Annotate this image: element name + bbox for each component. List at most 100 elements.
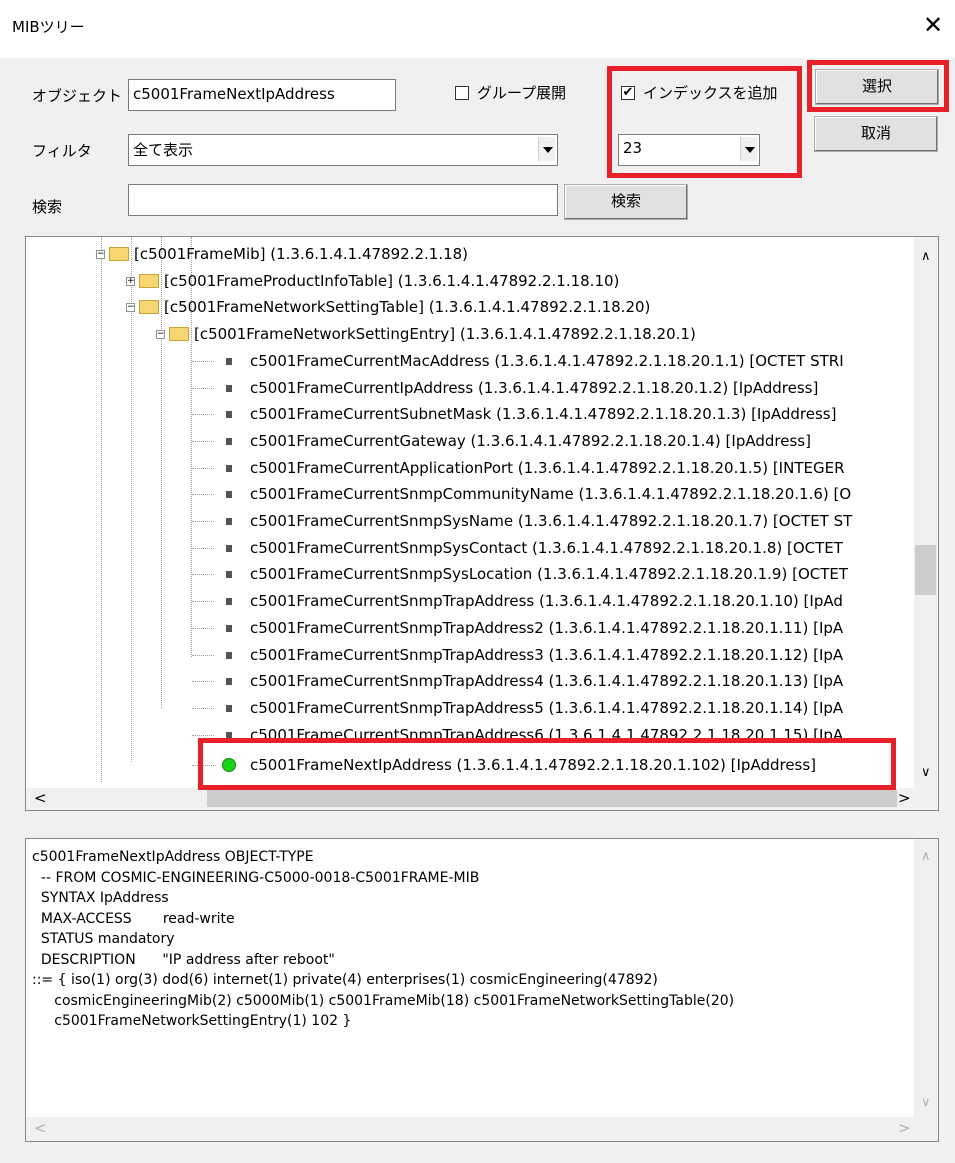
description-line: SYNTAX IpAddress [32,890,169,906]
description-line: c5001FrameNetworkSettingEntry(1) 102 } [32,1013,352,1029]
tree-folder-row[interactable]: − [c5001FrameNetworkSettingTable] (1.3.6.… [26,294,912,320]
leaf-icon [226,384,232,392]
description-line: c5001FrameNextIpAddress OBJECT-TYPE [32,849,314,865]
leaf-icon [226,437,232,445]
tree-leaf-row[interactable]: c5001FrameCurrentSnmpTrapAddress4 (1.3.6… [26,668,912,694]
tree-node-label: c5001FrameCurrentSnmpSysLocation (1.3.6.… [250,565,849,584]
expand-icon[interactable]: + [126,276,135,286]
tree-node-label: c5001FrameCurrentGateway (1.3.6.1.4.1.47… [250,431,811,450]
tree-connector [192,601,214,603]
tree-connector [192,681,214,683]
tree-leaf-row[interactable]: c5001FrameCurrentSnmpTrapAddress2 (1.3.6… [26,615,912,641]
filter-label: フィルタ [32,142,92,160]
leaf-icon [226,544,232,552]
desc-scroll-right-icon[interactable]: > [898,1119,911,1137]
filter-select[interactable]: 全て表示 [128,134,558,166]
folder-icon [139,273,159,288]
tree-connector [192,654,214,656]
tree-connector [192,414,214,416]
tree-node-label: c5001FrameCurrentSnmpSysName (1.3.6.1.4.… [250,512,853,530]
leaf-icon [226,598,232,606]
tree-horizontal-scrollbar[interactable]: < > [26,788,938,810]
group-expand-checkbox[interactable] [455,86,469,100]
search-button[interactable]: 検索 [564,184,688,220]
select-highlight-box [807,60,949,112]
mib-tree[interactable]: − [c5001FrameMib] (1.3.6.1.4.1.47892.2.1.… [25,236,939,811]
collapse-icon[interactable]: − [96,250,105,259]
description-line: -- FROM COSMIC-ENGINEERING-C5000-0018-C5… [32,869,480,886]
leaf-icon [226,411,232,419]
search-input[interactable] [128,184,558,216]
description-line: cosmicEngineeringMib(2) c5000Mib(1) c500… [32,992,735,1009]
tree-connector [192,734,214,736]
group-expand-label: グループ展開 [477,84,567,102]
desc-scroll-left-icon[interactable]: < [34,1119,47,1137]
desc-scroll-up-icon[interactable]: ∧ [921,849,931,864]
tree-connector [192,494,214,496]
leaf-icon [226,651,232,659]
tree-vertical-scrollbar[interactable]: ∧ ∨ [914,237,938,788]
tree-leaf-row[interactable]: c5001FrameCurrentSnmpSysContact (1.3.6.1… [26,535,912,561]
desc-vertical-scrollbar[interactable]: ∧ ∨ [914,839,938,1117]
tree-leaf-row[interactable]: c5001FrameCurrentSnmpTrapAddress5 (1.3.6… [26,695,912,721]
leaf-icon [226,357,232,365]
leaf-icon [226,464,232,472]
tree-connector [192,707,214,709]
description-pane[interactable]: c5001FrameNextIpAddress OBJECT-TYPE -- F… [25,838,939,1142]
tree-connector [192,440,214,442]
tree-node-label: [c5001FrameNetworkSettingEntry] (1.3.6.1… [194,325,696,344]
filter-dropdown-icon[interactable] [538,137,555,161]
index-highlight-box [607,66,802,178]
leaf-icon [226,678,232,686]
tree-connector [192,521,214,522]
tree-hscroll-thumb[interactable] [207,790,897,807]
tree-vscroll-thumb[interactable] [915,545,936,595]
description-line: DESCRIPTION "IP address after reboot" [32,951,335,968]
tree-leaf-row[interactable]: c5001FrameCurrentSnmpSysLocation (1.3.6.… [26,561,912,587]
description-line: ::= { iso(1) org(3) dod(6) internet(1) p… [32,972,658,988]
tree-node-label: [c5001FrameProductInfoTable] (1.3.6.1.4.… [164,271,620,290]
scroll-right-icon[interactable]: > [898,789,911,807]
tree-connector [192,387,214,389]
close-icon[interactable]: ✕ [918,10,948,40]
leaf-icon [226,491,232,499]
cancel-button[interactable]: 取消 [814,116,938,152]
tree-node-label: c5001FrameCurrentApplicationPort (1.3.6.… [250,458,845,477]
tree-folder-row[interactable]: − [c5001FrameMib] (1.3.6.1.4.1.47892.2.1.… [26,241,912,267]
tree-connector [192,547,214,549]
object-field[interactable]: c5001FrameNextIpAddress [128,79,396,111]
leaf-icon [226,571,232,579]
tree-node-label: c5001FrameCurrentSnmpTrapAddress (1.3.6.… [250,592,843,611]
tree-node-label: c5001FrameCurrentSnmpCommunityName (1.3.… [250,485,852,504]
tree-leaf-row[interactable]: c5001FrameCurrentSnmpTrapAddress (1.3.6.… [26,588,912,614]
tree-leaf-row[interactable]: c5001FrameCurrentIpAddress (1.3.6.1.4.1.… [26,375,912,401]
tree-connector [192,574,214,576]
tree-folder-row[interactable]: − [c5001FrameNetworkSettingEntry] (1.3.6.… [26,321,912,347]
tree-node-label: [c5001FrameMib] (1.3.6.1.4.1.47892.2.1.1… [134,245,469,263]
leaf-icon [226,704,232,712]
tree-leaf-row[interactable]: c5001FrameCurrentSnmpSysName (1.3.6.1.4.… [26,508,912,534]
tree-leaf-row[interactable]: c5001FrameCurrentMacAddress (1.3.6.1.4.1… [26,348,912,374]
tree-leaf-row[interactable]: c5001FrameCurrentSnmpTrapAddress3 (1.3.6… [26,642,912,668]
tree-node-label: c5001FrameCurrentMacAddress (1.3.6.1.4.1… [250,351,844,370]
desc-scroll-down-icon[interactable]: ∨ [921,1095,931,1110]
desc-horizontal-scrollbar[interactable]: < > [26,1117,938,1141]
scroll-down-icon[interactable]: ∨ [921,765,931,780]
tree-leaf-row[interactable]: c5001FrameCurrentGateway (1.3.6.1.4.1.47… [26,428,912,454]
tree-leaf-row[interactable]: c5001FrameCurrentSubnetMask (1.3.6.1.4.1… [26,401,912,427]
tree-node-label: c5001FrameCurrentSnmpSysContact (1.3.6.1… [250,538,843,557]
scroll-left-icon[interactable]: < [34,789,47,807]
selected-row-highlight-box [198,738,896,790]
object-label: オブジェクト [32,87,123,105]
tree-folder-row[interactable]: + [c5001FrameProductInfoTable] (1.3.6.1.4… [26,268,912,294]
tree-leaf-row[interactable]: c5001FrameCurrentSnmpCommunityName (1.3.… [26,481,912,507]
collapse-icon[interactable]: − [156,330,165,340]
tree-leaf-row[interactable]: c5001FrameCurrentApplicationPort (1.3.6.… [26,455,912,481]
leaf-icon [226,518,232,525]
scroll-up-icon[interactable]: ∧ [921,249,931,264]
filter-value: 全て表示 [133,141,194,159]
description-line: STATUS mandatory [32,931,175,947]
collapse-icon[interactable]: − [126,303,135,313]
search-label: 検索 [32,198,63,216]
folder-icon [109,247,129,261]
